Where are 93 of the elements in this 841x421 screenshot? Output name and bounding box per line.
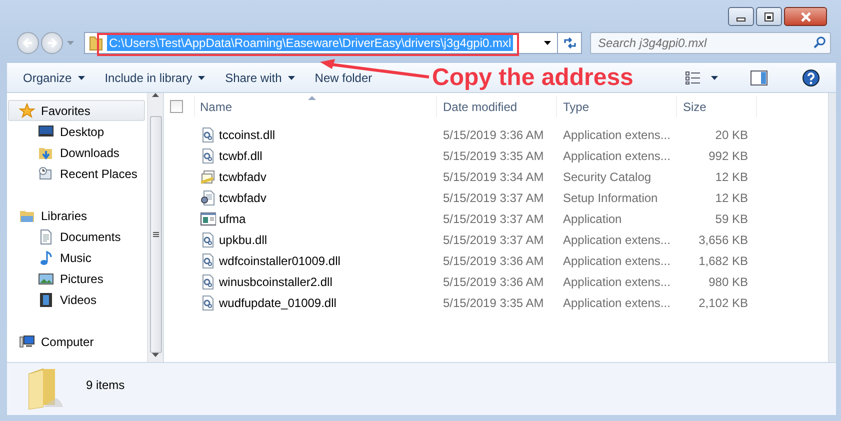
computer-icon [19, 334, 35, 350]
toolbar-button[interactable]: Share with [221, 70, 299, 85]
caret-icon [711, 76, 718, 80]
refresh-button[interactable] [558, 32, 582, 54]
file-name[interactable]: tcwbfadv [195, 190, 437, 206]
date-cell-text: 5/15/2019 3:37 AM [442, 212, 545, 226]
type-cell-text: Security Catalog [562, 170, 652, 184]
document-icon [38, 228, 54, 245]
preview-pane-icon[interactable] [750, 70, 768, 86]
size-cell-text: 980 KB [708, 274, 749, 289]
column-header[interactable]: Size [677, 96, 757, 118]
nav-item[interactable]: Music [8, 247, 145, 268]
close-button[interactable] [784, 7, 827, 26]
type-cell-text: Application extens... [562, 274, 672, 289]
nav-section[interactable]: Favorites [8, 100, 145, 122]
picture-icon [38, 270, 54, 287]
help-icon[interactable] [802, 68, 820, 87]
date-cell-text: 5/15/2019 3:35 AM [442, 296, 545, 310]
address-path: C:\Users\Test\AppData\Roaming\Easeware\DriverEasy\drivers\j3g4gpi0.mxl [107, 35, 514, 51]
gear-file-icon [200, 126, 216, 143]
back-arrow-icon [23, 38, 33, 48]
recent-places-icon [38, 166, 54, 182]
close-icon [800, 12, 812, 22]
refresh-arrows-icon [562, 36, 576, 50]
folder-icon [26, 368, 64, 410]
type-cell-text: Application [562, 212, 623, 226]
file-name[interactable]: wdfcoinstaller01009.dll [195, 252, 437, 269]
type-cell-text: Application extens... [562, 254, 672, 268]
type-cell-text: Application extens... [562, 148, 672, 163]
dropdown-caret-icon[interactable] [544, 41, 551, 45]
column-header[interactable]: Type [557, 96, 677, 118]
select-all-checkbox[interactable] [170, 100, 183, 114]
search-icon [813, 36, 826, 49]
forward-arrow-icon [47, 38, 57, 48]
date-cell-text: 5/15/2019 3:37 AM [442, 190, 545, 205]
music-note-icon [38, 250, 54, 266]
item-count: 9 items [86, 378, 125, 392]
toolbar-button[interactable]: Organize [19, 70, 89, 85]
toolbar-button[interactable]: New folder [310, 70, 376, 85]
gear-file-icon [200, 294, 216, 311]
file-name[interactable]: winusbcoinstaller2.dll [195, 274, 437, 290]
file-name[interactable]: wudfupdate_01009.dll [195, 294, 437, 311]
gear-file-icon [200, 148, 216, 164]
gear-file-icon [200, 252, 216, 269]
file-name[interactable]: upkbu.dll [195, 232, 437, 248]
settings-file-icon [200, 190, 216, 206]
window-icon [200, 210, 216, 227]
size-cell-text: 992 KB [708, 148, 749, 163]
date-cell-text: 5/15/2019 3:36 AM [442, 274, 545, 289]
size-cell-text: 3,656 KB [698, 232, 749, 247]
gear-file-icon [200, 274, 216, 290]
nav-section[interactable]: Computer [8, 331, 145, 352]
date-cell-text: 5/15/2019 3:34 AM [442, 170, 545, 184]
size-cell-text: 12 KB [714, 170, 749, 184]
search-field[interactable]: Search j3g4gpi0.mxl [590, 32, 831, 54]
minimize-button[interactable] [728, 7, 754, 26]
maximize-icon [763, 12, 775, 22]
nav-item[interactable]: Documents [8, 226, 145, 248]
type-cell-text: Application extens... [562, 232, 672, 247]
file-name[interactable]: ufma [195, 210, 437, 227]
nav-item[interactable]: Desktop [8, 121, 145, 142]
view-list-icon[interactable] [685, 70, 701, 85]
column-header[interactable]: Name [195, 96, 437, 118]
nav-section[interactable]: Libraries [8, 205, 145, 226]
gear-file-icon [200, 232, 216, 248]
file-name[interactable]: tcwbfadv [195, 168, 437, 185]
type-cell-text: Application extens... [562, 128, 672, 142]
nav-item[interactable]: Downloads [8, 142, 145, 164]
date-cell-text: 5/15/2019 3:35 AM [442, 148, 545, 163]
nav-item[interactable]: Videos [8, 289, 145, 310]
size-cell-text: 59 KB [714, 212, 749, 226]
grip-icon [152, 232, 158, 238]
file-name[interactable]: tccoinst.dll [195, 126, 437, 143]
size-cell-text: 20 KB [714, 128, 749, 142]
size-cell-text: 12 KB [714, 190, 749, 205]
date-cell-text: 5/15/2019 3:36 AM [442, 128, 545, 142]
column-header[interactable]: Date modified [437, 96, 557, 118]
nav-item[interactable]: Recent Places [8, 163, 145, 184]
callout-text: Copy the address [432, 64, 634, 92]
toolbar-button[interactable]: Include in library [100, 70, 210, 85]
sort-arrow-icon [308, 96, 316, 100]
nav-item[interactable]: Pictures [8, 268, 145, 290]
type-cell-text: Application extens... [562, 296, 672, 310]
certificate-stack-icon [200, 168, 216, 185]
type-cell-text: Setup Information [562, 190, 659, 205]
size-cell-text: 2,102 KB [698, 296, 749, 310]
date-cell-text: 5/15/2019 3:37 AM [442, 232, 545, 247]
file-name[interactable]: tcwbf.dll [195, 148, 437, 164]
star-icon [19, 102, 35, 119]
date-cell-text: 5/15/2019 3:36 AM [442, 254, 545, 268]
film-icon [38, 292, 54, 308]
size-cell-text: 1,682 KB [698, 254, 749, 268]
maximize-button[interactable] [756, 7, 782, 26]
